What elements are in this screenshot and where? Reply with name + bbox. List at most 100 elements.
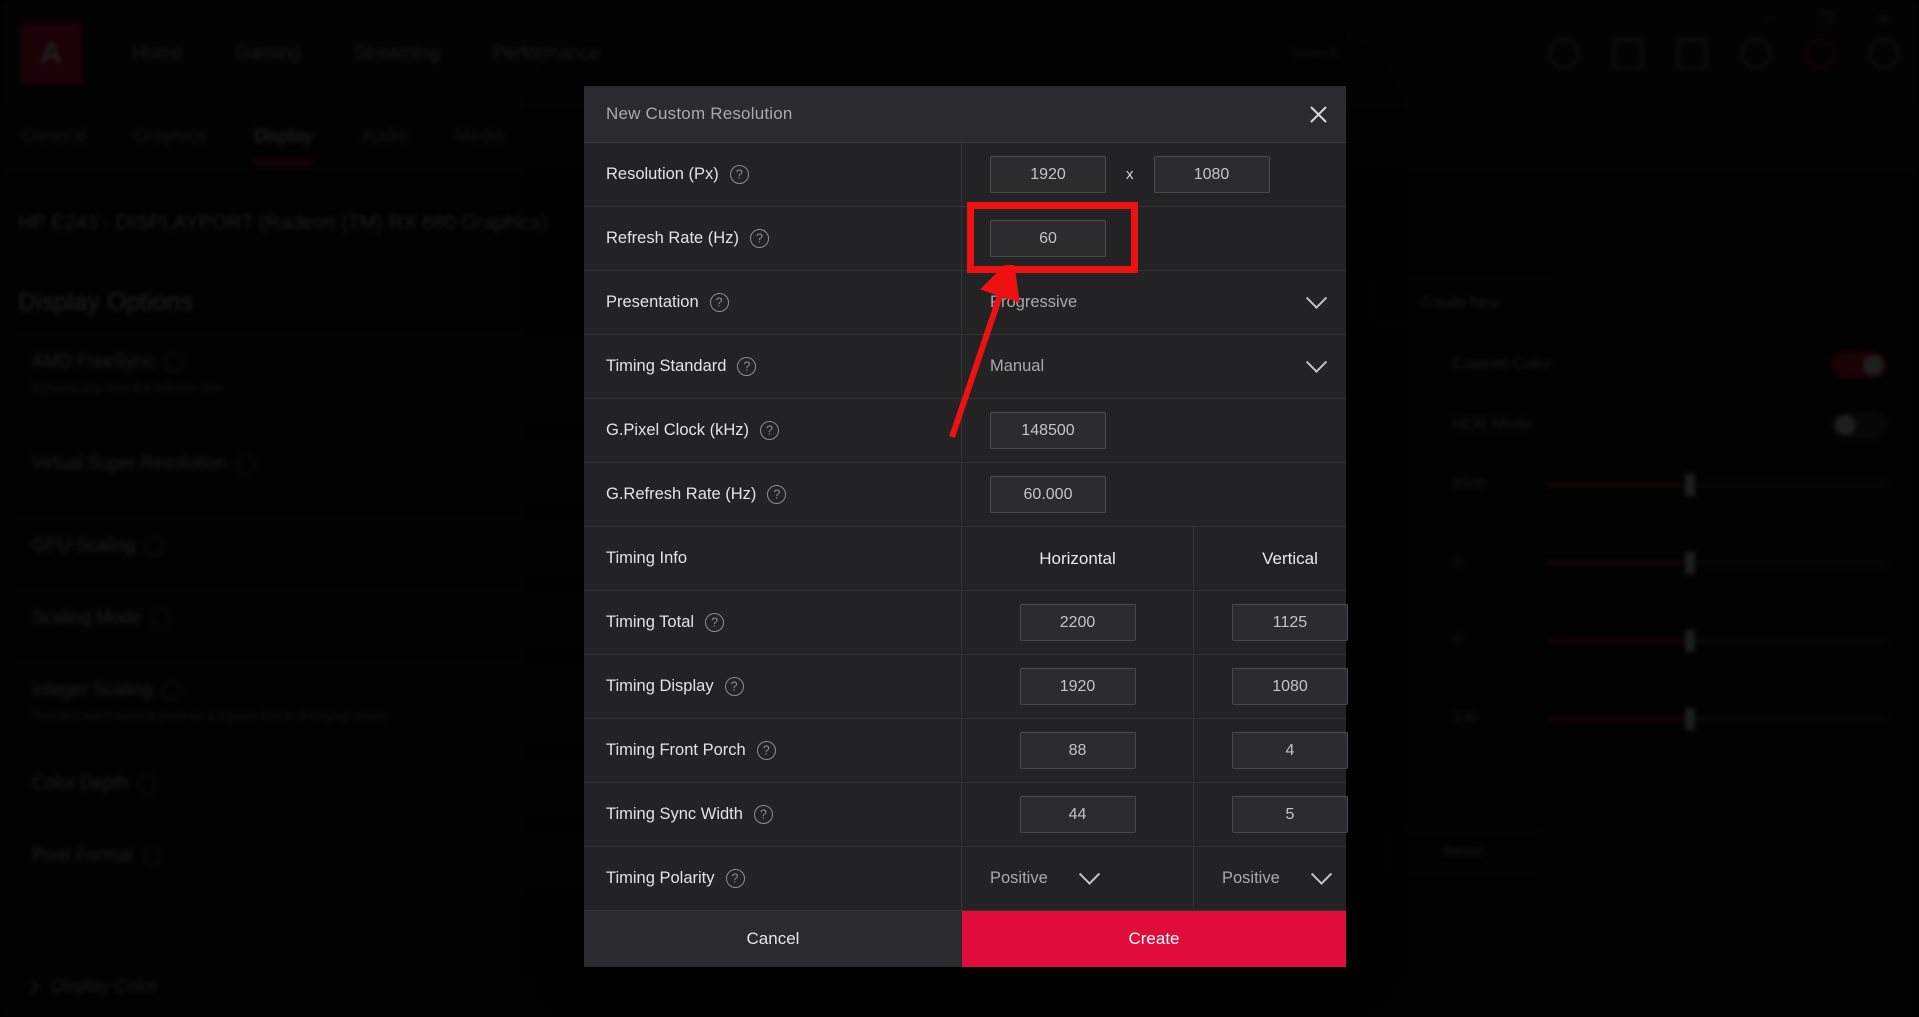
- row-label: Timing Front Porch: [606, 741, 746, 760]
- pixel-clock-input[interactable]: 148500: [990, 412, 1106, 449]
- label-cell: G.Refresh Rate (Hz) ?: [584, 463, 962, 526]
- row-label: G.Refresh Rate (Hz): [606, 485, 756, 504]
- value-cell-horizontal: 88: [962, 719, 1194, 782]
- label-cell: Timing Info: [584, 527, 962, 590]
- column-header-horizontal: Horizontal: [1039, 549, 1116, 569]
- value-cell: 148500: [962, 399, 1346, 462]
- row-timing-polarity: Timing Polarity ? Positive Positive: [584, 846, 1346, 910]
- row-label: Timing Standard: [606, 357, 726, 376]
- value-cell: Progressive: [962, 271, 1346, 334]
- label-cell: Resolution (Px) ?: [584, 143, 962, 206]
- help-icon[interactable]: ?: [750, 229, 769, 248]
- label-cell: Timing Sync Width ?: [584, 783, 962, 846]
- refresh-rate-input[interactable]: 60: [990, 220, 1106, 257]
- close-icon[interactable]: [1290, 86, 1346, 142]
- value-cell: 60: [962, 207, 1346, 270]
- resolution-separator: x: [1126, 166, 1134, 183]
- chevron-down-icon: [1311, 864, 1332, 885]
- row-resolution: Resolution (Px) ? 1920 x 1080: [584, 142, 1346, 206]
- value-cell-horizontal: 44: [962, 783, 1194, 846]
- horizontal-column-header-cell: Horizontal: [962, 527, 1194, 590]
- resolution-group: 1920 x 1080: [990, 156, 1270, 193]
- g-refresh-rate-input[interactable]: 60.000: [990, 476, 1106, 513]
- row-timing-display: Timing Display ? 1920 1080: [584, 654, 1346, 718]
- column-header-vertical: Vertical: [1262, 549, 1318, 569]
- row-presentation: Presentation ? Progressive: [584, 270, 1346, 334]
- row-g-refresh-rate: G.Refresh Rate (Hz) ? 60.000: [584, 462, 1346, 526]
- dialog-title: New Custom Resolution: [606, 104, 793, 124]
- value-cell-horizontal: 2200: [962, 591, 1194, 654]
- timing-polarity-vertical-value: Positive: [1222, 869, 1280, 888]
- resolution-height-input[interactable]: 1080: [1154, 156, 1270, 193]
- value-cell: 60.000: [962, 463, 1346, 526]
- vertical-column-header-cell: Vertical: [1194, 527, 1386, 590]
- help-icon[interactable]: ?: [705, 613, 724, 632]
- help-icon[interactable]: ?: [754, 805, 773, 824]
- chevron-down-icon: [1079, 864, 1100, 885]
- row-timing-total: Timing Total ? 2200 1125: [584, 590, 1346, 654]
- label-cell: Timing Display ?: [584, 655, 962, 718]
- presentation-value: Progressive: [990, 293, 1309, 312]
- timing-polarity-vertical-dropdown[interactable]: Positive: [1194, 869, 1386, 888]
- value-cell-vertical: 4: [1194, 719, 1386, 782]
- timing-display-horizontal-input[interactable]: 1920: [1020, 668, 1136, 705]
- dialog-header: New Custom Resolution: [584, 86, 1346, 142]
- row-timing-info-header: Timing Info Horizontal Vertical: [584, 526, 1346, 590]
- help-icon[interactable]: ?: [760, 421, 779, 440]
- create-button[interactable]: Create: [962, 911, 1346, 967]
- value-cell-vertical: 5: [1194, 783, 1386, 846]
- row-label: Timing Total: [606, 613, 694, 632]
- row-label: Timing Sync Width: [606, 805, 743, 824]
- cancel-button[interactable]: Cancel: [584, 911, 962, 967]
- row-timing-front-porch: Timing Front Porch ? 88 4: [584, 718, 1346, 782]
- help-icon[interactable]: ?: [737, 357, 756, 376]
- resolution-width-input[interactable]: 1920: [990, 156, 1106, 193]
- help-icon[interactable]: ?: [725, 677, 744, 696]
- row-timing-standard: Timing Standard ? Manual: [584, 334, 1346, 398]
- value-cell-horizontal: Positive: [962, 847, 1194, 910]
- value-cell: 1920 x 1080: [962, 143, 1346, 206]
- label-cell: Timing Standard ?: [584, 335, 962, 398]
- timing-total-vertical-input[interactable]: 1125: [1232, 604, 1348, 641]
- value-cell-vertical: 1125: [1194, 591, 1386, 654]
- timing-front-porch-horizontal-input[interactable]: 88: [1020, 732, 1136, 769]
- presentation-dropdown[interactable]: Progressive: [962, 293, 1346, 312]
- value-cell-vertical: Positive: [1194, 847, 1386, 910]
- label-cell: Timing Polarity ?: [584, 847, 962, 910]
- timing-sync-width-horizontal-input[interactable]: 44: [1020, 796, 1136, 833]
- timing-sync-width-vertical-input[interactable]: 5: [1232, 796, 1348, 833]
- chevron-down-icon: [1306, 288, 1327, 309]
- timing-polarity-horizontal-dropdown[interactable]: Positive: [962, 869, 1193, 888]
- timing-polarity-horizontal-value: Positive: [990, 869, 1048, 888]
- help-icon[interactable]: ?: [726, 869, 745, 888]
- label-cell: Timing Front Porch ?: [584, 719, 962, 782]
- dialog-body: Resolution (Px) ? 1920 x 1080 Refresh Ra…: [584, 142, 1346, 910]
- chevron-down-icon: [1306, 352, 1327, 373]
- row-label: Refresh Rate (Hz): [606, 229, 739, 248]
- dialog-footer: Cancel Create: [584, 910, 1346, 967]
- timing-standard-dropdown[interactable]: Manual: [962, 357, 1346, 376]
- timing-front-porch-vertical-input[interactable]: 4: [1232, 732, 1348, 769]
- row-label: Timing Polarity: [606, 869, 715, 888]
- help-icon[interactable]: ?: [767, 485, 786, 504]
- timing-standard-value: Manual: [990, 357, 1309, 376]
- help-icon[interactable]: ?: [710, 293, 729, 312]
- help-icon[interactable]: ?: [730, 165, 749, 184]
- row-label: Timing Display: [606, 677, 714, 696]
- timing-display-vertical-input[interactable]: 1080: [1232, 668, 1348, 705]
- value-cell: Manual: [962, 335, 1346, 398]
- row-refresh-rate: Refresh Rate (Hz) ? 60: [584, 206, 1346, 270]
- label-cell: Timing Total ?: [584, 591, 962, 654]
- row-label: Timing Info: [606, 549, 687, 568]
- row-timing-sync-width: Timing Sync Width ? 44 5: [584, 782, 1346, 846]
- value-cell-vertical: 1080: [1194, 655, 1386, 718]
- help-icon[interactable]: ?: [757, 741, 776, 760]
- row-label: Resolution (Px): [606, 165, 719, 184]
- label-cell: G.Pixel Clock (kHz) ?: [584, 399, 962, 462]
- row-pixel-clock: G.Pixel Clock (kHz) ? 148500: [584, 398, 1346, 462]
- row-label: Presentation: [606, 293, 699, 312]
- timing-total-horizontal-input[interactable]: 2200: [1020, 604, 1136, 641]
- row-label: G.Pixel Clock (kHz): [606, 421, 749, 440]
- label-cell: Refresh Rate (Hz) ?: [584, 207, 962, 270]
- label-cell: Presentation ?: [584, 271, 962, 334]
